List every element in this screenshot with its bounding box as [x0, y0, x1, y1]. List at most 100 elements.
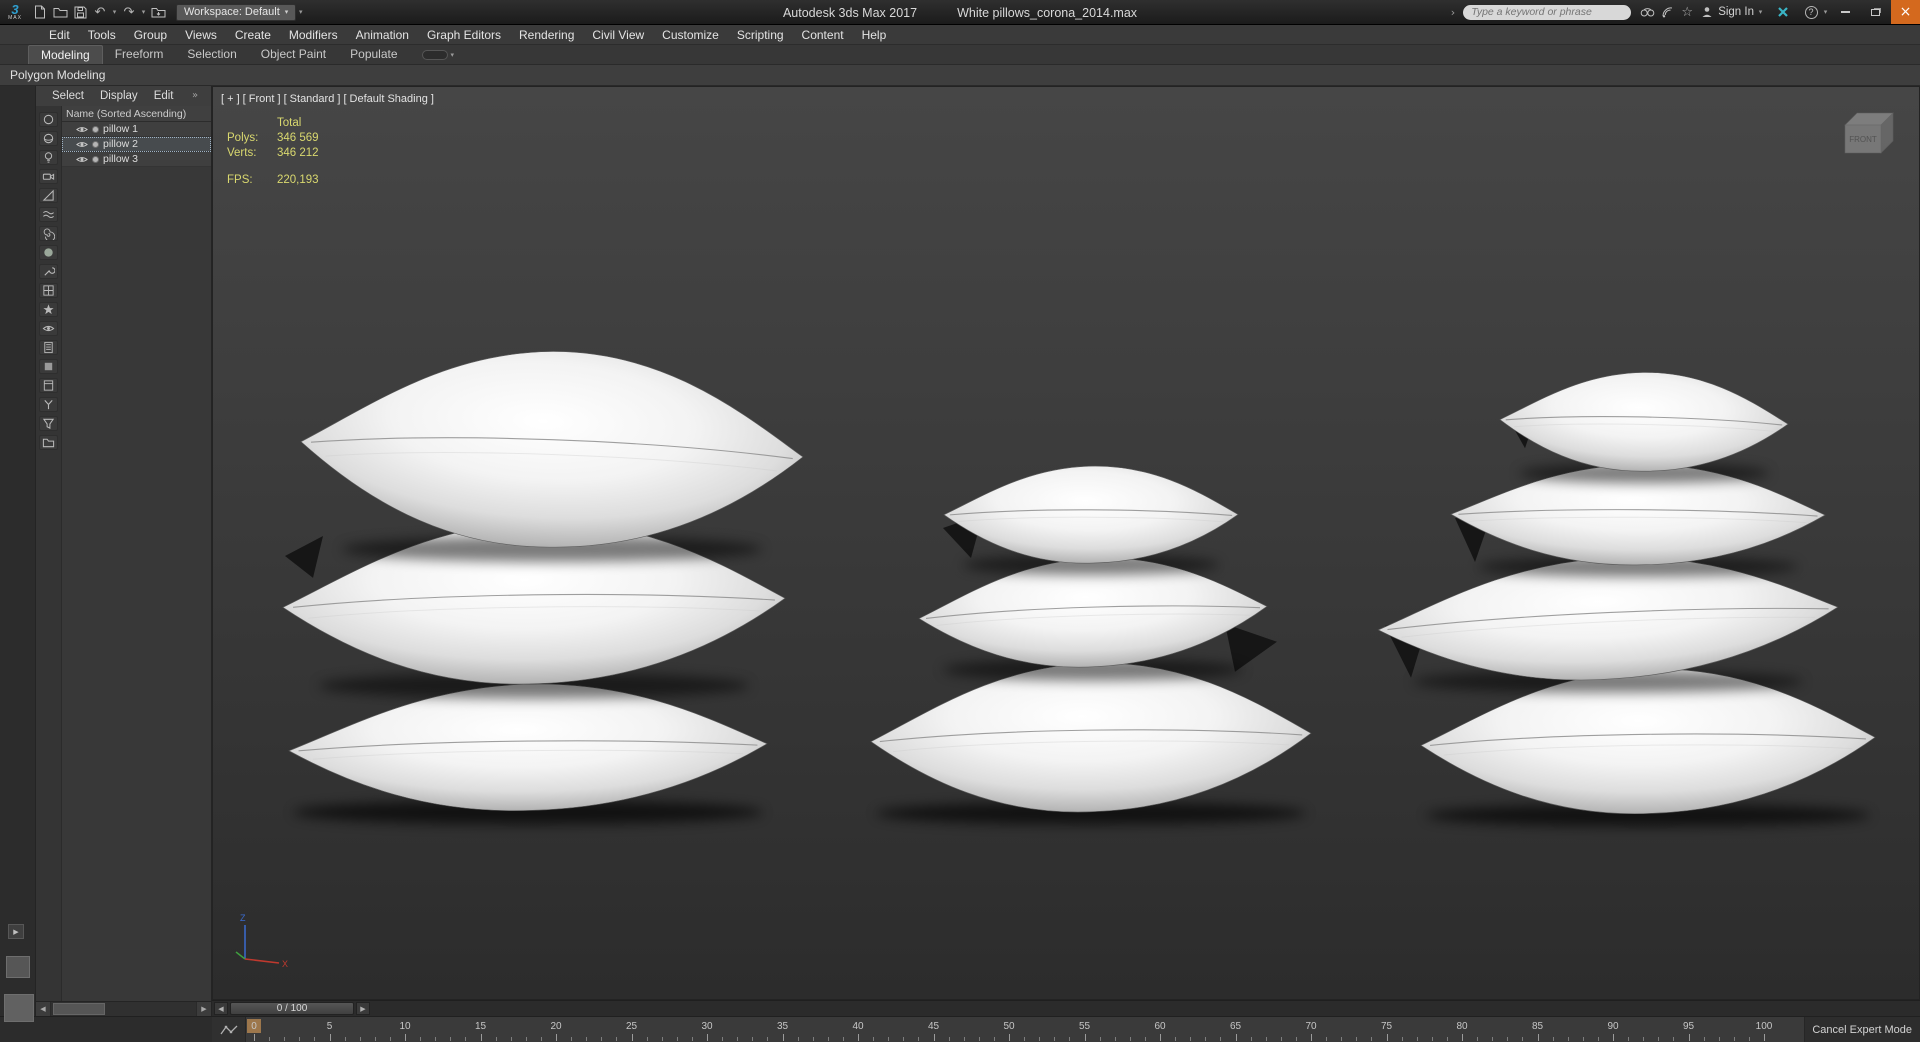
menu-modifiers[interactable]: Modifiers	[280, 25, 347, 45]
menu-rendering[interactable]: Rendering	[510, 25, 583, 45]
geometry-filter-icon[interactable]	[39, 131, 58, 146]
viewport-pov-menu[interactable]: [ Front ]	[243, 93, 281, 105]
time-slider-bar[interactable]: ◀ 0 / 100 ▶	[212, 1000, 1920, 1016]
previous-frame-button[interactable]: ◀	[214, 1002, 228, 1015]
menu-create[interactable]: Create	[226, 25, 280, 45]
menu-customize[interactable]: Customize	[653, 25, 728, 45]
ribbon-tab-object-paint[interactable]: Object Paint	[249, 45, 338, 64]
time-slider-handle[interactable]: 0 / 100	[230, 1002, 354, 1015]
menu-tools[interactable]: Tools	[79, 25, 125, 45]
layers-filter-icon[interactable]	[39, 378, 58, 393]
hierarchy-filter-icon[interactable]	[39, 397, 58, 412]
lights-filter-icon[interactable]	[39, 150, 58, 165]
visibility-eye-icon[interactable]	[76, 155, 88, 164]
shapes-filter-icon[interactable]	[39, 188, 58, 203]
systems-filter-icon[interactable]	[39, 226, 58, 241]
explorer-menu-edit[interactable]: Edit	[146, 86, 182, 106]
containers-filter-icon[interactable]	[39, 435, 58, 450]
next-frame-button[interactable]: ▶	[356, 1002, 370, 1015]
materials-filter-icon[interactable]	[39, 340, 58, 355]
ruler-scale[interactable]: 0 5 10 15 20 25 30 35 40 45 50 55 60 65 70 75 80 85 90 95 10…	[247, 1017, 1772, 1042]
minimized-toolbar-button-1[interactable]	[6, 956, 30, 978]
ribbon-tab-selection[interactable]: Selection	[175, 45, 248, 64]
open-file-button[interactable]	[50, 2, 70, 23]
scene-object-list: pillow 1 pillow 2 pillow 3	[62, 122, 211, 167]
explorer-column-header[interactable]: Name (Sorted Ascending)	[62, 106, 211, 122]
menu-help[interactable]: Help	[853, 25, 896, 45]
menu-civil-view[interactable]: Civil View	[583, 25, 653, 45]
redo-caret-icon[interactable]: ▾	[139, 8, 148, 16]
scene-object-row[interactable]: pillow 2	[62, 137, 211, 152]
ribbon-panel-bar[interactable]: Polygon Modeling	[0, 65, 1920, 86]
save-file-button[interactable]	[70, 2, 90, 23]
explorer-horizontal-scrollbar[interactable]: ◀ ▶	[36, 1001, 211, 1016]
undo-button[interactable]: ↶	[90, 2, 110, 23]
scroll-left-button[interactable]: ◀	[36, 1002, 51, 1016]
expand-panel-button[interactable]: ▶	[8, 924, 24, 939]
search-expand-icon[interactable]: ›	[1451, 6, 1455, 19]
search-binoculars-icon[interactable]	[1637, 2, 1657, 23]
menu-graph-editors[interactable]: Graph Editors	[418, 25, 510, 45]
helpers-filter-icon[interactable]	[39, 264, 58, 279]
visibility-eye-icon[interactable]	[76, 140, 88, 149]
redo-button[interactable]: ↷	[119, 2, 139, 23]
autodesk-exchange-icon[interactable]	[1773, 2, 1793, 23]
groups-filter-icon[interactable]	[39, 359, 58, 374]
timeline-ruler[interactable]: 0 5 10 15 20 25 30 35 40 45 50 55 60 65 70 75 80 85 90 95 10…	[246, 1017, 1804, 1042]
front-viewport[interactable]: [ + ][ Front ][ Standard ][ Default Shad…	[212, 86, 1920, 1000]
time-slider-track[interactable]	[372, 1002, 1920, 1015]
project-folder-button[interactable]	[148, 2, 168, 23]
cancel-expert-mode-button[interactable]: Cancel Expert Mode	[1812, 1024, 1912, 1036]
ribbon-tab-populate[interactable]: Populate	[338, 45, 409, 64]
menu-group[interactable]: Group	[125, 25, 176, 45]
user-icon[interactable]	[1697, 2, 1717, 23]
scene-object-row[interactable]: pillow 3	[62, 152, 211, 167]
ribbon-minimize-button[interactable]	[421, 50, 448, 60]
viewport-general-menu[interactable]: [ + ]	[221, 93, 240, 105]
scroll-right-button[interactable]: ▶	[196, 1002, 211, 1016]
ruler-tick	[1175, 1037, 1177, 1041]
menu-scripting[interactable]: Scripting	[728, 25, 793, 45]
workspace-selector[interactable]: Workspace: Default ▾	[176, 3, 297, 21]
explorer-menu-display[interactable]: Display	[92, 86, 146, 106]
scrollbar-thumb[interactable]	[53, 1003, 105, 1015]
viewcube[interactable]: FRONT	[1831, 101, 1897, 163]
help-caret-icon[interactable]: ▾	[1821, 8, 1830, 16]
viewport-standard-menu[interactable]: [ Standard ]	[284, 93, 341, 105]
cameras-filter-icon[interactable]	[39, 169, 58, 184]
favorites-star-icon[interactable]: ☆	[1677, 2, 1697, 23]
close-button[interactable]: ×	[1891, 0, 1920, 24]
minimized-toolbar-button-2[interactable]	[4, 994, 34, 1022]
menu-animation[interactable]: Animation	[347, 25, 418, 45]
menu-views[interactable]: Views	[176, 25, 226, 45]
scene-object-row[interactable]: pillow 1	[62, 122, 211, 137]
visibility-eye-icon[interactable]	[76, 125, 88, 134]
toolbar-overflow-caret-icon[interactable]: ▾	[296, 8, 305, 16]
search-input[interactable]	[1471, 6, 1624, 18]
display-filter-icon[interactable]	[39, 416, 58, 431]
undo-caret-icon[interactable]: ▾	[110, 8, 119, 16]
menu-edit[interactable]: Edit	[40, 25, 79, 45]
new-scene-button[interactable]	[30, 2, 50, 23]
viewport-shading-menu[interactable]: [ Default Shading ]	[343, 93, 434, 105]
sign-in-caret-icon[interactable]: ▾	[1756, 8, 1765, 16]
explorer-menu-select[interactable]: Select	[44, 86, 92, 106]
ribbon-tab-modeling[interactable]: Modeling	[28, 45, 103, 64]
ribbon-tab-freeform[interactable]: Freeform	[103, 45, 176, 64]
sign-in-button[interactable]: Sign In	[1718, 6, 1754, 18]
ribbon-options-caret-icon[interactable]: ▾	[451, 51, 455, 59]
spacewarps-filter-icon[interactable]	[39, 207, 58, 222]
visibility-filter-icon[interactable]	[39, 321, 58, 336]
grids-filter-icon[interactable]	[39, 283, 58, 298]
particles-filter-icon[interactable]	[39, 302, 58, 317]
selection-filter-icon[interactable]	[39, 112, 58, 127]
restore-button[interactable]	[1861, 0, 1890, 24]
explorer-menu-overflow-icon[interactable]: »	[192, 90, 204, 101]
minimize-button[interactable]	[1831, 0, 1860, 24]
bones-filter-icon[interactable]	[39, 245, 58, 260]
communication-center-icon[interactable]	[1657, 2, 1677, 23]
mini-curve-editor-button[interactable]	[212, 1017, 246, 1042]
help-icon[interactable]: ?	[1801, 2, 1821, 23]
3ds-max-logo-icon[interactable]: 3 MAX	[0, 0, 30, 25]
menu-content[interactable]: Content	[793, 25, 853, 45]
